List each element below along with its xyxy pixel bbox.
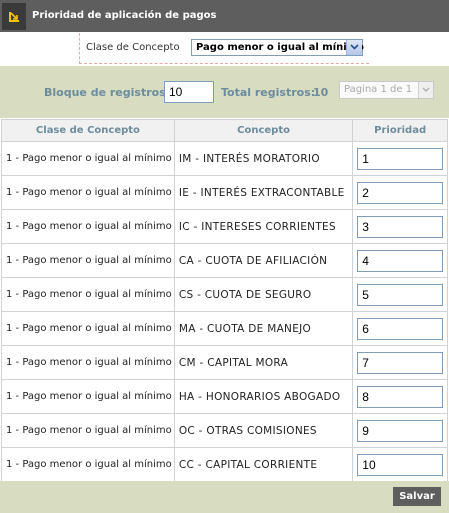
footer-bar: Salvar bbox=[0, 481, 449, 513]
table-row: 1 - Pago menor o igual al mínimo IE - IN… bbox=[1, 175, 448, 210]
priority-input[interactable] bbox=[357, 419, 444, 442]
cell-clase: 1 - Pago menor o igual al mínimo bbox=[1, 141, 175, 176]
priority-input[interactable] bbox=[357, 351, 444, 374]
table-row: 1 - Pago menor o igual al mínimo IC - IN… bbox=[1, 209, 448, 244]
table-row: 1 - Pago menor o igual al mínimo CA - CU… bbox=[1, 243, 448, 278]
table-row: 1 - Pago menor o igual al mínimo OC - OT… bbox=[1, 413, 448, 448]
block-size-label: Bloque de registros: bbox=[44, 86, 171, 99]
priority-input[interactable] bbox=[357, 453, 444, 476]
table-row: 1 - Pago menor o igual al mínimo IM - IN… bbox=[1, 141, 448, 176]
table-row: 1 - Pago menor o igual al mínimo HA - HO… bbox=[1, 379, 448, 414]
cell-clase: 1 - Pago menor o igual al mínimo bbox=[1, 243, 175, 278]
cell-clase: 1 - Pago menor o igual al mínimo bbox=[1, 209, 175, 244]
concept-class-label: Clase de Concepto bbox=[86, 42, 180, 53]
table-row: 1 - Pago menor o igual al mínimo CM - CA… bbox=[1, 345, 448, 380]
chevron-down-icon[interactable] bbox=[418, 82, 433, 98]
cell-prioridad bbox=[352, 175, 448, 210]
title-bar: Prioridad de aplicación de pagos bbox=[0, 0, 449, 32]
cell-clase: 1 - Pago menor o igual al mínimo bbox=[1, 311, 175, 346]
column-header-clase: Clase de Concepto bbox=[1, 119, 175, 142]
cell-concepto: CC - CAPITAL CORRIENTE bbox=[173, 447, 354, 482]
cell-concepto: IC - INTERESES CORRIENTES bbox=[173, 209, 354, 244]
concept-class-selected-value: Pago menor o igual al mínimo bbox=[196, 42, 364, 53]
table-row: 1 - Pago menor o igual al mínimo CS - CU… bbox=[1, 277, 448, 312]
cell-concepto: CM - CAPITAL MORA bbox=[173, 345, 354, 380]
cell-prioridad bbox=[352, 277, 448, 312]
save-button[interactable]: Salvar bbox=[393, 487, 441, 506]
priority-input[interactable] bbox=[357, 317, 444, 340]
priority-input[interactable] bbox=[357, 181, 444, 204]
cell-clase: 1 - Pago menor o igual al mínimo bbox=[1, 447, 175, 482]
total-records-label: Total registros: bbox=[221, 86, 316, 99]
cell-concepto: CS - CUOTA DE SEGURO bbox=[173, 277, 354, 312]
page-select-value: Pagina 1 de 1 bbox=[344, 84, 413, 95]
page-title: Prioridad de aplicación de pagos bbox=[32, 10, 217, 21]
column-header-prioridad: Prioridad bbox=[352, 119, 448, 142]
cell-prioridad bbox=[352, 141, 448, 176]
priority-input[interactable] bbox=[357, 249, 444, 272]
cell-clase: 1 - Pago menor o igual al mínimo bbox=[1, 379, 175, 414]
concept-class-select[interactable]: Pago menor o igual al mínimo bbox=[191, 39, 364, 56]
cell-prioridad bbox=[352, 209, 448, 244]
cell-concepto: CA - CUOTA DE AFILIACIÓN bbox=[173, 243, 354, 278]
pager-bar: Bloque de registros: Total registros: 10… bbox=[0, 66, 449, 118]
total-records-value: 10 bbox=[313, 86, 329, 99]
filter-area: Clase de Concepto Pago menor o igual al … bbox=[0, 32, 449, 66]
priority-input[interactable] bbox=[357, 385, 444, 408]
cell-concepto: IM - INTERÉS MORATORIO bbox=[173, 141, 354, 176]
cell-concepto: MA - CUOTA DE MANEJO bbox=[173, 311, 354, 346]
priority-input[interactable] bbox=[357, 147, 444, 170]
priority-table: Clase de Concepto Concepto Prioridad 1 -… bbox=[1, 119, 448, 482]
cell-concepto: IE - INTERÉS EXTRACONTABLE bbox=[173, 175, 354, 210]
priority-input[interactable] bbox=[357, 215, 444, 238]
table-row: 1 - Pago menor o igual al mínimo CC - CA… bbox=[1, 447, 448, 482]
cell-concepto: OC - OTRAS COMISIONES bbox=[173, 413, 354, 448]
cell-prioridad bbox=[352, 413, 448, 448]
chevron-down-icon[interactable] bbox=[346, 40, 362, 55]
table-header-row: Clase de Concepto Concepto Prioridad bbox=[1, 119, 448, 142]
cell-clase: 1 - Pago menor o igual al mínimo bbox=[1, 345, 175, 380]
cell-clase: 1 - Pago menor o igual al mínimo bbox=[1, 277, 175, 312]
page-select[interactable]: Pagina 1 de 1 bbox=[339, 81, 434, 99]
cell-clase: 1 - Pago menor o igual al mínimo bbox=[1, 413, 175, 448]
cell-prioridad bbox=[352, 379, 448, 414]
block-size-input[interactable] bbox=[164, 81, 214, 103]
table-row: 1 - Pago menor o igual al mínimo MA - CU… bbox=[1, 311, 448, 346]
column-header-concepto: Concepto bbox=[173, 119, 354, 142]
cell-concepto: HA - HONORARIOS ABOGADO bbox=[173, 379, 354, 414]
cell-prioridad bbox=[352, 345, 448, 380]
cell-prioridad bbox=[352, 311, 448, 346]
cell-clase: 1 - Pago menor o igual al mínimo bbox=[1, 175, 175, 210]
cell-prioridad bbox=[352, 243, 448, 278]
priority-input[interactable] bbox=[357, 283, 444, 306]
corner-arrow-icon bbox=[2, 3, 26, 30]
cell-prioridad bbox=[352, 447, 448, 482]
